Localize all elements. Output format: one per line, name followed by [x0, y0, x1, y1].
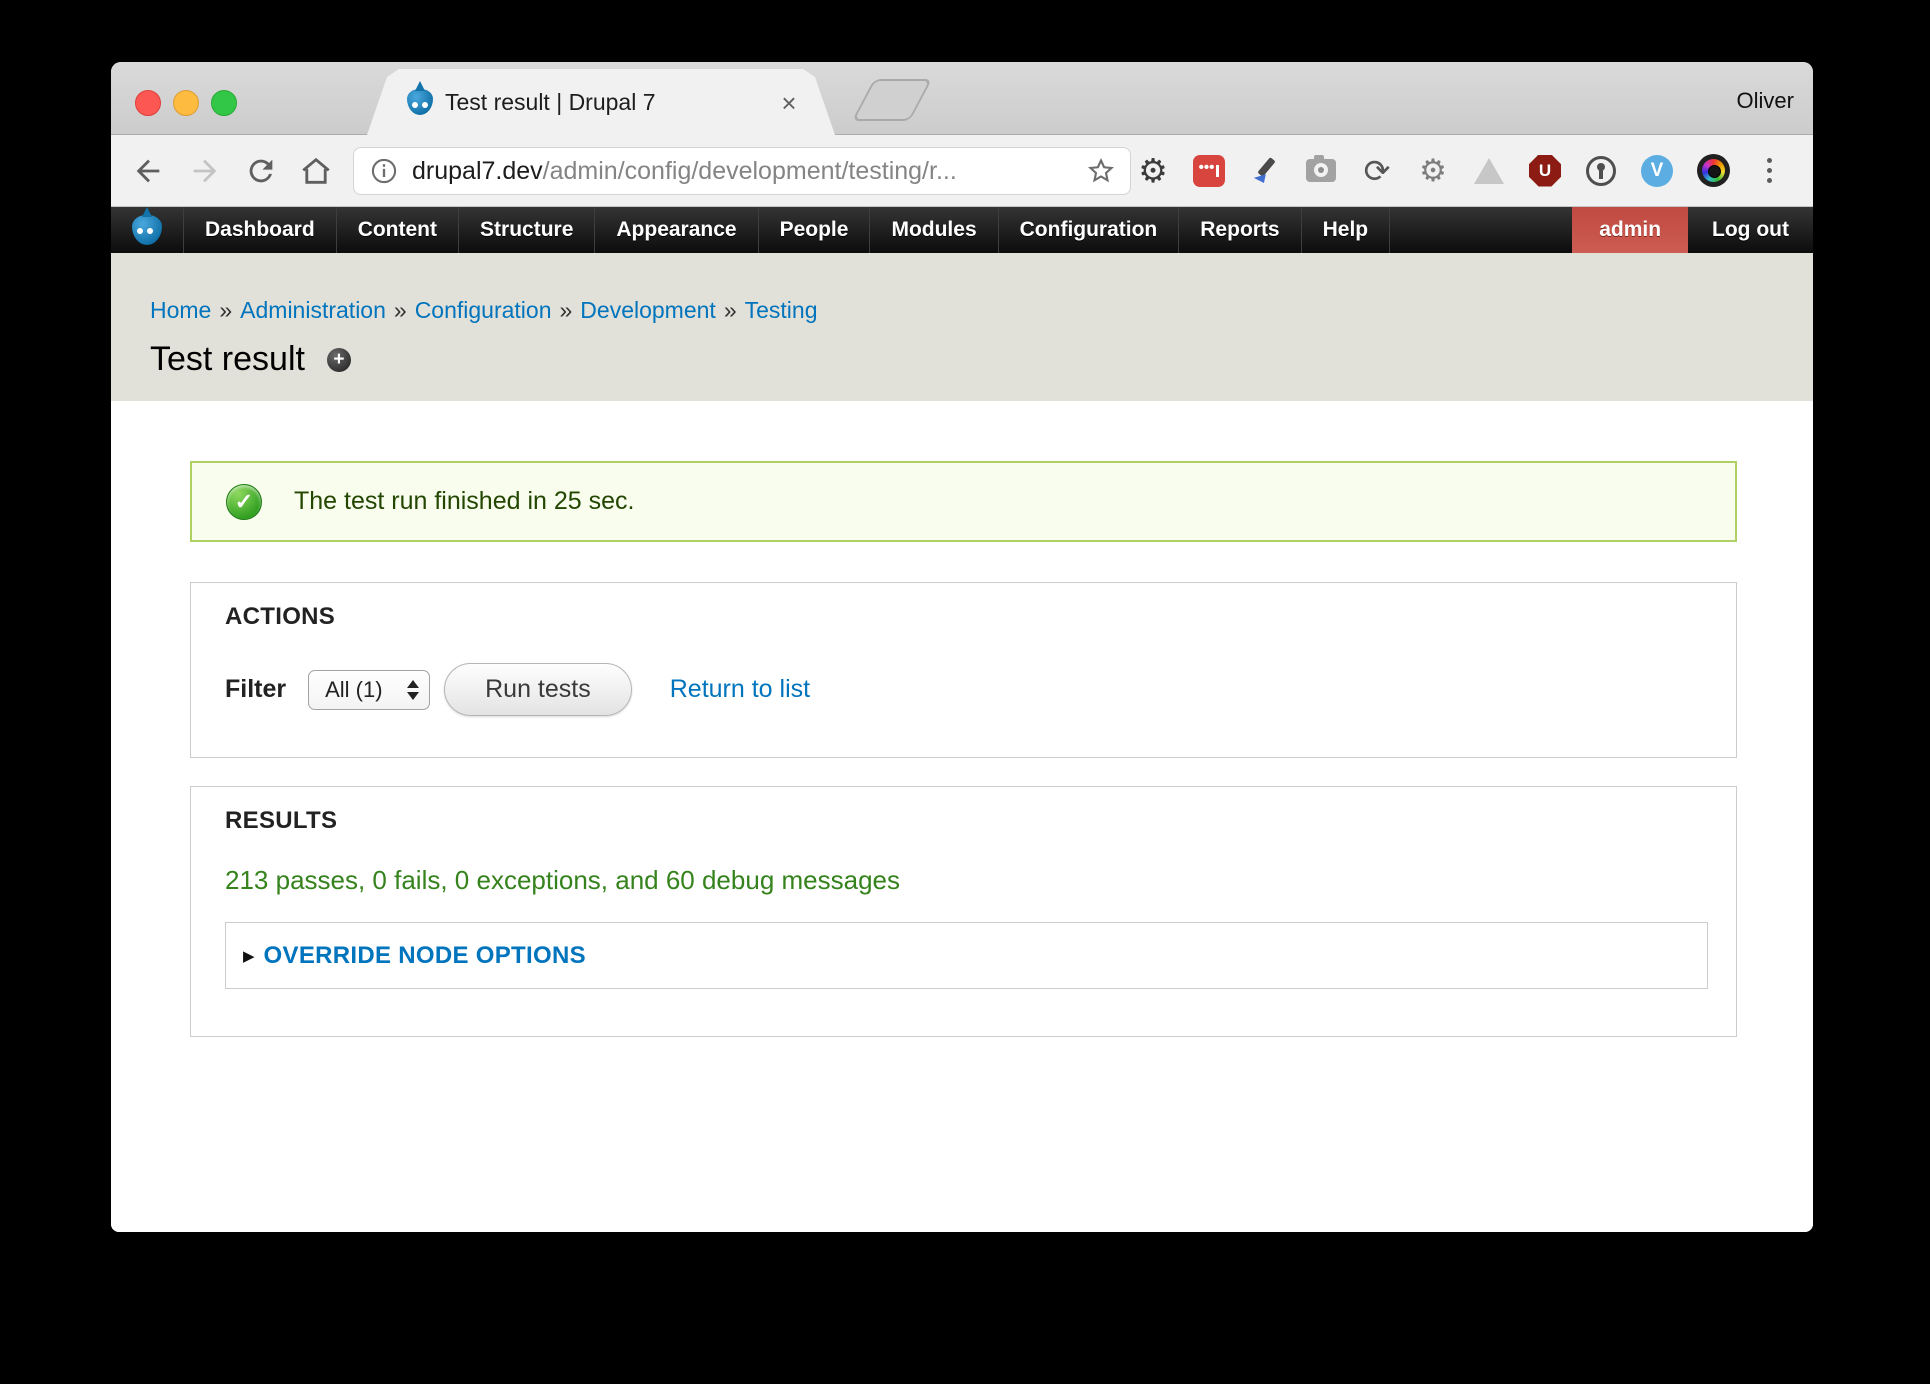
toolbar-item-reports[interactable]: Reports [1179, 207, 1301, 253]
v-circle-icon[interactable]: V [1629, 149, 1685, 193]
keyhole-circle-icon[interactable] [1573, 149, 1629, 193]
breadcrumb-development[interactable]: Development [580, 297, 716, 323]
toolbar-item-appearance[interactable]: Appearance [595, 207, 758, 253]
return-to-list-link[interactable]: Return to list [670, 675, 810, 704]
back-button[interactable] [131, 154, 165, 188]
address-bar[interactable]: drupal7.dev/admin/config/development/tes… [353, 147, 1131, 195]
filter-select[interactable]: All (1) [308, 670, 430, 710]
logout-button[interactable]: Log out [1688, 207, 1813, 253]
status-check-icon: ✓ [226, 484, 262, 520]
zoom-window-button[interactable] [211, 90, 237, 116]
breadcrumb-home[interactable]: Home [150, 297, 211, 323]
page-info-icon[interactable] [370, 157, 398, 185]
results-heading: RESULTS [225, 807, 1708, 835]
admin-user-button[interactable]: admin [1572, 207, 1688, 253]
url-path: /admin/config/development/testing/r... [543, 157, 957, 185]
status-message: ✓ The test run finished in 25 sec. [190, 461, 1737, 542]
toolbar-item-help[interactable]: Help [1302, 207, 1391, 253]
breadcrumb-separator: » [219, 297, 232, 323]
close-window-button[interactable] [135, 90, 161, 116]
tab-title: Test result | Drupal 7 [445, 89, 656, 116]
breadcrumb-configuration[interactable]: Configuration [415, 297, 552, 323]
breadcrumb-separator: » [724, 297, 737, 323]
browser-menu-icon[interactable] [1741, 149, 1797, 193]
page-header-band: Home » Administration » Configuration » Develo… [111, 253, 1813, 401]
page-title: Test result [150, 340, 305, 379]
filter-row: Filter All (1) Run tests Return to list [225, 663, 1708, 716]
run-tests-button[interactable]: Run tests [444, 663, 632, 716]
toolbar-item-content[interactable]: Content [337, 207, 459, 253]
eyedropper-icon[interactable] [1237, 149, 1293, 193]
url-text[interactable]: drupal7.dev/admin/config/development/tes… [412, 157, 1086, 186]
results-fieldset: RESULTS 213 passes, 0 fails, 0 exception… [190, 786, 1737, 1037]
camera-icon[interactable] [1293, 149, 1349, 193]
drupal-admin-toolbar: Dashboard Content Structure Appearance P… [111, 207, 1813, 253]
main-content: ✓ The test run finished in 25 sec. ACTIO… [111, 401, 1813, 1232]
breadcrumb: Home » Administration » Configuration » Develo… [150, 253, 1813, 324]
actions-heading: ACTIONS [225, 603, 1708, 631]
toolbar-item-modules[interactable]: Modules [870, 207, 998, 253]
override-node-options-fieldset[interactable]: ▶ OVERRIDE NODE OPTIONS [225, 922, 1708, 989]
reload-button[interactable] [244, 154, 278, 188]
breadcrumb-administration[interactable]: Administration [240, 297, 386, 323]
lens-circle-icon[interactable] [1685, 149, 1741, 193]
filter-select-value: All (1) [325, 677, 382, 703]
lastpass-icon[interactable]: ••• [1181, 149, 1237, 193]
browser-toolbar: drupal7.dev/admin/config/development/tes… [111, 135, 1813, 207]
add-shortcut-icon[interactable]: + [327, 348, 351, 372]
toolbar-item-structure[interactable]: Structure [459, 207, 595, 253]
collapsed-arrow-icon: ▶ [243, 947, 255, 965]
drive-triangle-icon[interactable] [1461, 149, 1517, 193]
toolbar-item-configuration[interactable]: Configuration [999, 207, 1180, 253]
tab-strip: Test result | Drupal 7 × Oliver [111, 62, 1813, 135]
filter-label: Filter [225, 675, 286, 704]
forward-button[interactable] [188, 154, 222, 188]
bookmark-star-icon[interactable] [1086, 156, 1116, 186]
test-results-summary: 213 passes, 0 fails, 0 exceptions, and 6… [225, 865, 1708, 896]
override-node-options-link[interactable]: OVERRIDE NODE OPTIONS [264, 942, 586, 970]
toolbar-item-people[interactable]: People [759, 207, 871, 253]
breadcrumb-separator: » [560, 297, 573, 323]
toolbar-item-dashboard[interactable]: Dashboard [184, 207, 337, 253]
browser-tab[interactable]: Test result | Drupal 7 × [367, 69, 835, 135]
sync-refresh-icon[interactable]: ⟳ [1349, 149, 1405, 193]
select-stepper-icon [407, 680, 419, 700]
extensions-row: ⚙ ••• ⟳ ⚙ U V [1125, 135, 1797, 206]
drupal-home-icon[interactable] [111, 207, 184, 253]
browser-window: Test result | Drupal 7 × Oliver drupal7 [111, 62, 1813, 1232]
breadcrumb-separator: » [394, 297, 407, 323]
drupal-favicon [407, 89, 433, 115]
new-tab-button[interactable] [852, 79, 932, 121]
url-domain: drupal7.dev [412, 157, 543, 185]
breadcrumb-testing[interactable]: Testing [745, 297, 818, 323]
profile-name[interactable]: Oliver [1737, 88, 1794, 114]
minimize-window-button[interactable] [173, 90, 199, 116]
status-message-text: The test run finished in 25 sec. [294, 487, 634, 516]
actions-fieldset: ACTIONS Filter All (1) Run tests Return … [190, 582, 1737, 758]
home-button[interactable] [299, 154, 333, 188]
ublock-icon[interactable]: U [1517, 149, 1573, 193]
close-tab-icon[interactable]: × [777, 91, 801, 115]
gray-gear-icon[interactable]: ⚙ [1405, 149, 1461, 193]
settings-gear-icon[interactable]: ⚙ [1125, 149, 1181, 193]
